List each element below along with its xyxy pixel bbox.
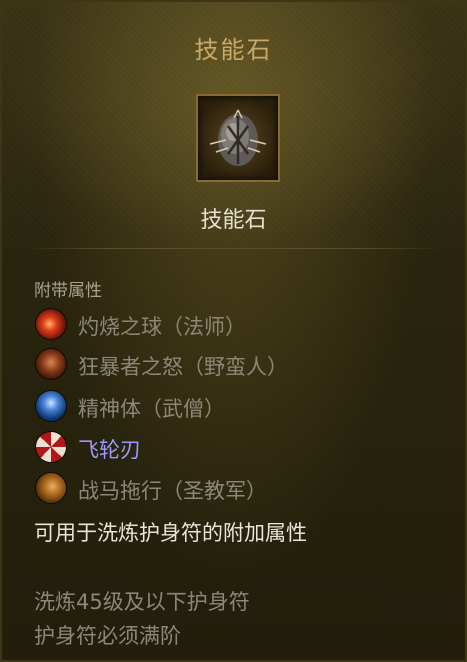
affix-label: 狂暴者之怒（野蛮人）: [78, 355, 288, 379]
spinning-blade-icon: [36, 432, 66, 462]
item-description: 可用于洗炼护身符的附加属性: [34, 521, 307, 545]
berserker-mask-icon: [36, 349, 66, 379]
affix-item: 精神体（武僧）: [36, 391, 436, 421]
section-label: 附带属性: [34, 281, 102, 301]
requirement-rank: 护身符必须满阶: [34, 624, 181, 648]
affix-item: 战马拖行（圣教军）: [36, 473, 436, 503]
tooltip-title: 技能石: [194, 36, 273, 64]
divider: [24, 248, 444, 249]
affix-label: 战马拖行（圣教军）: [78, 479, 267, 503]
affix-item: 灼烧之球（法师）: [36, 309, 436, 339]
requirement-level: 洗炼45级及以下护身符: [34, 590, 250, 614]
item-tooltip: 技能石 技能石 附带属性 灼烧之球（法师） 狂暴者之怒（野蛮人） 精神体（武僧）: [0, 0, 467, 662]
warhorse-icon: [36, 473, 66, 503]
affix-label: 精神体（武僧）: [78, 397, 225, 421]
skill-stone-icon: [196, 94, 280, 182]
item-name: 技能石: [200, 208, 267, 233]
fireball-icon: [36, 309, 66, 339]
affix-label: 灼烧之球（法师）: [78, 315, 246, 339]
affix-item: 狂暴者之怒（野蛮人）: [36, 349, 436, 379]
spirit-form-icon: [36, 391, 66, 421]
affix-label: 飞轮刃: [78, 438, 141, 462]
affix-item: 飞轮刃: [36, 432, 436, 462]
